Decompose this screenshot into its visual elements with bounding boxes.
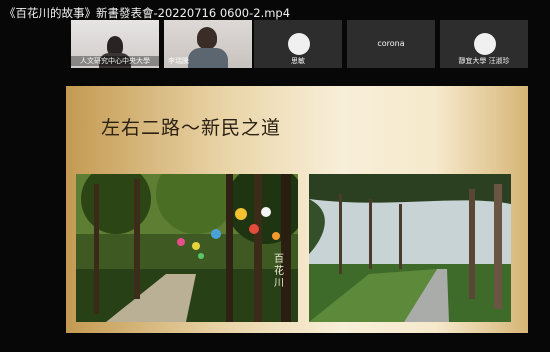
participant-name: 李瑞騰 [168, 57, 189, 65]
avatar-icon [288, 33, 310, 55]
avatar-icon [474, 33, 496, 55]
participant-tile-3[interactable]: 思敏 [254, 20, 342, 68]
window-title: 《百花川的故事》新書發表會-20220716 0600-2.mp4 [4, 6, 291, 20]
participant-tile-5[interactable]: 靜宜大學 汪淑珍 [440, 20, 528, 68]
participant-name: corona [377, 39, 405, 48]
shared-slide: 左右二路～新民之道 百花川 [66, 86, 528, 333]
photo-caption: 百花川 [274, 254, 284, 289]
participant-tile-1[interactable]: 人文研究中心中央大學 [71, 20, 159, 68]
participant-tile-4[interactable]: corona [347, 20, 435, 68]
participant-video [197, 27, 217, 49]
slide-title: 左右二路～新民之道 [101, 117, 282, 139]
participant-tile-2[interactable]: 李瑞騰 [164, 20, 252, 68]
participant-name: 靜宜大學 汪淑珍 [458, 57, 510, 65]
participant-name: 人文研究中心中央大學 [71, 56, 159, 66]
street-trees-photo: 百花川 [76, 174, 298, 322]
participant-name: 思敏 [291, 57, 305, 65]
tree-lined-path-photo [309, 174, 511, 322]
